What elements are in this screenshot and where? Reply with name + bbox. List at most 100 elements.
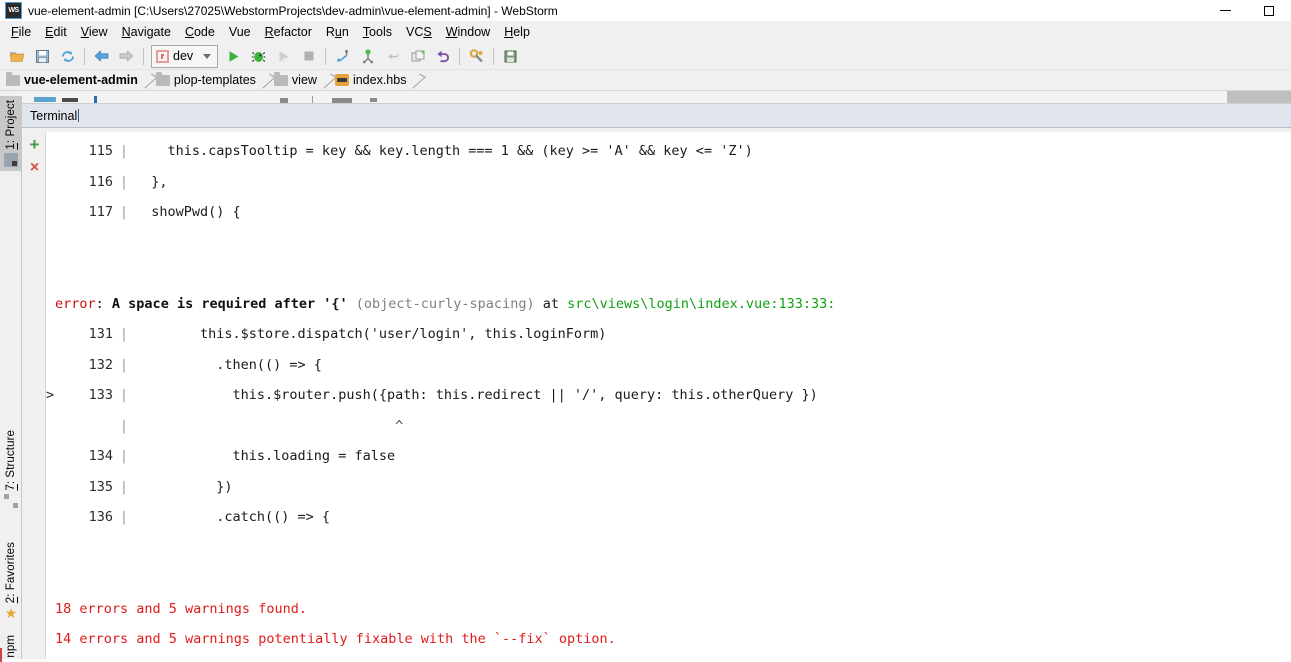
handlebars-file-icon [334,74,349,86]
menu-code[interactable]: Code [178,23,222,41]
minimize-button[interactable] [1203,0,1247,21]
line-text: }) [135,478,233,495]
line-number: 116 [88,173,113,190]
menu-edit[interactable]: Edit [38,23,74,41]
line-text: showPwd() { [135,204,241,220]
breadcrumb-separator-icon [323,70,332,91]
line-divider: | [119,143,129,159]
terminal-caret-line: | ^ [46,411,1291,442]
breadcrumb-item-plop-templates[interactable]: plop-templates [155,70,258,91]
terminal-tab-caret [78,109,80,122]
terminal-code-line: 136 | .catch(() => { [46,502,1291,533]
run-configuration-selector[interactable]: dev [151,44,219,68]
breadcrumb-label: plop-templates [173,73,256,87]
line-divider: | [119,173,129,190]
navigate-back-icon[interactable] [89,45,114,68]
synchronize-icon[interactable] [55,45,80,68]
sidebar-item-project[interactable]: 1: Project [0,96,22,171]
menu-refactor[interactable]: Refactor [258,23,319,41]
sidebar-item-label: 2: Favorites [5,542,17,604]
toolbar-separator-2 [143,47,144,65]
menu-view[interactable]: View [74,23,115,41]
breadcrumb-label: view [291,73,317,87]
save-all-disk-icon[interactable] [498,45,523,68]
terminal-code-line: 134 | this.loading = false [46,441,1291,472]
line-text: this.$router.push({path: this.redirect |… [135,387,818,403]
editor-tab-strip[interactable] [22,91,1291,104]
terminal-tab-label[interactable]: Terminal [22,109,77,123]
close-session-button[interactable]: × [23,156,46,180]
star-icon: ★ [4,605,18,622]
error-at-keyword: at [542,295,559,312]
open-folder-icon[interactable] [5,45,30,68]
error-rule: (object-curly-spacing) [355,295,535,312]
npm-icon [156,49,169,63]
menu-tools[interactable]: Tools [356,23,399,41]
push-icon[interactable] [380,45,405,68]
terminal-code-line: 117 | showPwd() { [46,197,1291,228]
breadcrumb-item-view[interactable]: view [273,70,319,91]
commit-icon[interactable] [355,45,380,68]
run-icon[interactable] [221,45,246,68]
maximize-button[interactable] [1247,0,1291,21]
editor-tab-fragment [62,98,78,102]
error-line-marker: > [46,387,55,403]
main-toolbar: dev [0,43,1291,70]
compare-icon[interactable] [405,45,430,68]
sidebar-item-favorites[interactable]: 2: Favorites ★ [0,538,22,624]
project-icon [4,152,18,167]
line-divider: | [119,478,129,495]
terminal-code-line: 116 | }, [46,167,1291,198]
structure-icon [4,493,18,508]
breadcrumb-item-index-hbs[interactable]: index.hbs [334,70,409,91]
line-text: this.$store.dispatch('user/login', this.… [135,326,607,342]
terminal-code-line-highlighted: >133 | this.$router.push({path: this.redi… [46,380,1291,411]
window-controls [1203,0,1291,21]
toolbar-separator-5 [493,47,495,65]
terminal-output[interactable]: 115 | this.capsTooltip = key && key.lengt… [46,132,1291,659]
line-number: 134 [88,448,113,464]
editor-tab-fragment [94,96,97,103]
menu-navigate[interactable]: Navigate [115,23,178,41]
npm-rail-icon [0,647,2,662]
stop-icon[interactable] [296,45,321,68]
line-number: 131 [88,326,113,342]
error-colon: : [95,295,104,312]
menu-help[interactable]: Help [497,23,537,41]
navigate-forward-icon[interactable] [114,45,139,68]
menu-vue[interactable]: Vue [222,23,258,41]
error-file-path[interactable]: src\views\login\index.vue:133:33: [567,296,835,312]
breadcrumb-item-project[interactable]: vue-element-admin [6,70,140,91]
toolbar-separator [84,47,85,65]
run-configuration-label: dev [173,49,194,63]
sidebar-item-label: 7: Structure [5,430,17,491]
editor-tab-fragment [332,98,352,103]
menu-window[interactable]: Window [439,23,497,41]
line-text: this.loading = false [135,448,396,464]
breadcrumb-separator-icon [412,70,421,91]
sidebar-item-structure[interactable]: 7: Structure [0,426,22,512]
chevron-down-icon[interactable] [203,53,212,59]
settings-icon[interactable] [464,45,489,68]
toolbar-separator-4 [459,47,461,65]
terminal-code-line: 115 | this.capsTooltip = key && key.lengt… [46,136,1291,167]
error-severity: error [55,295,96,312]
save-all-icon[interactable] [30,45,55,68]
undo-icon[interactable] [430,45,455,68]
breadcrumb-label: vue-element-admin [24,73,138,87]
coverage-icon[interactable] [271,45,296,68]
debug-icon[interactable] [246,45,271,68]
menu-file[interactable]: File [4,23,38,41]
menu-run[interactable]: Run [319,23,356,41]
sidebar-item-npm[interactable]: npm [0,631,22,662]
caret-pointer: ^ [135,417,404,434]
new-session-button[interactable]: + [23,132,46,156]
update-project-icon[interactable] [330,45,355,68]
menu-vcs[interactable]: VCS [399,23,439,41]
app-logo-icon: WS [5,2,22,19]
editor-tab-fragment [312,96,313,103]
folder-icon [273,71,288,86]
webstorm-window: WS vue-element-admin [C:\Users\27025\Web… [0,0,1291,662]
terminal-error-header: error: A space is required after '{' (ob… [46,289,1291,320]
